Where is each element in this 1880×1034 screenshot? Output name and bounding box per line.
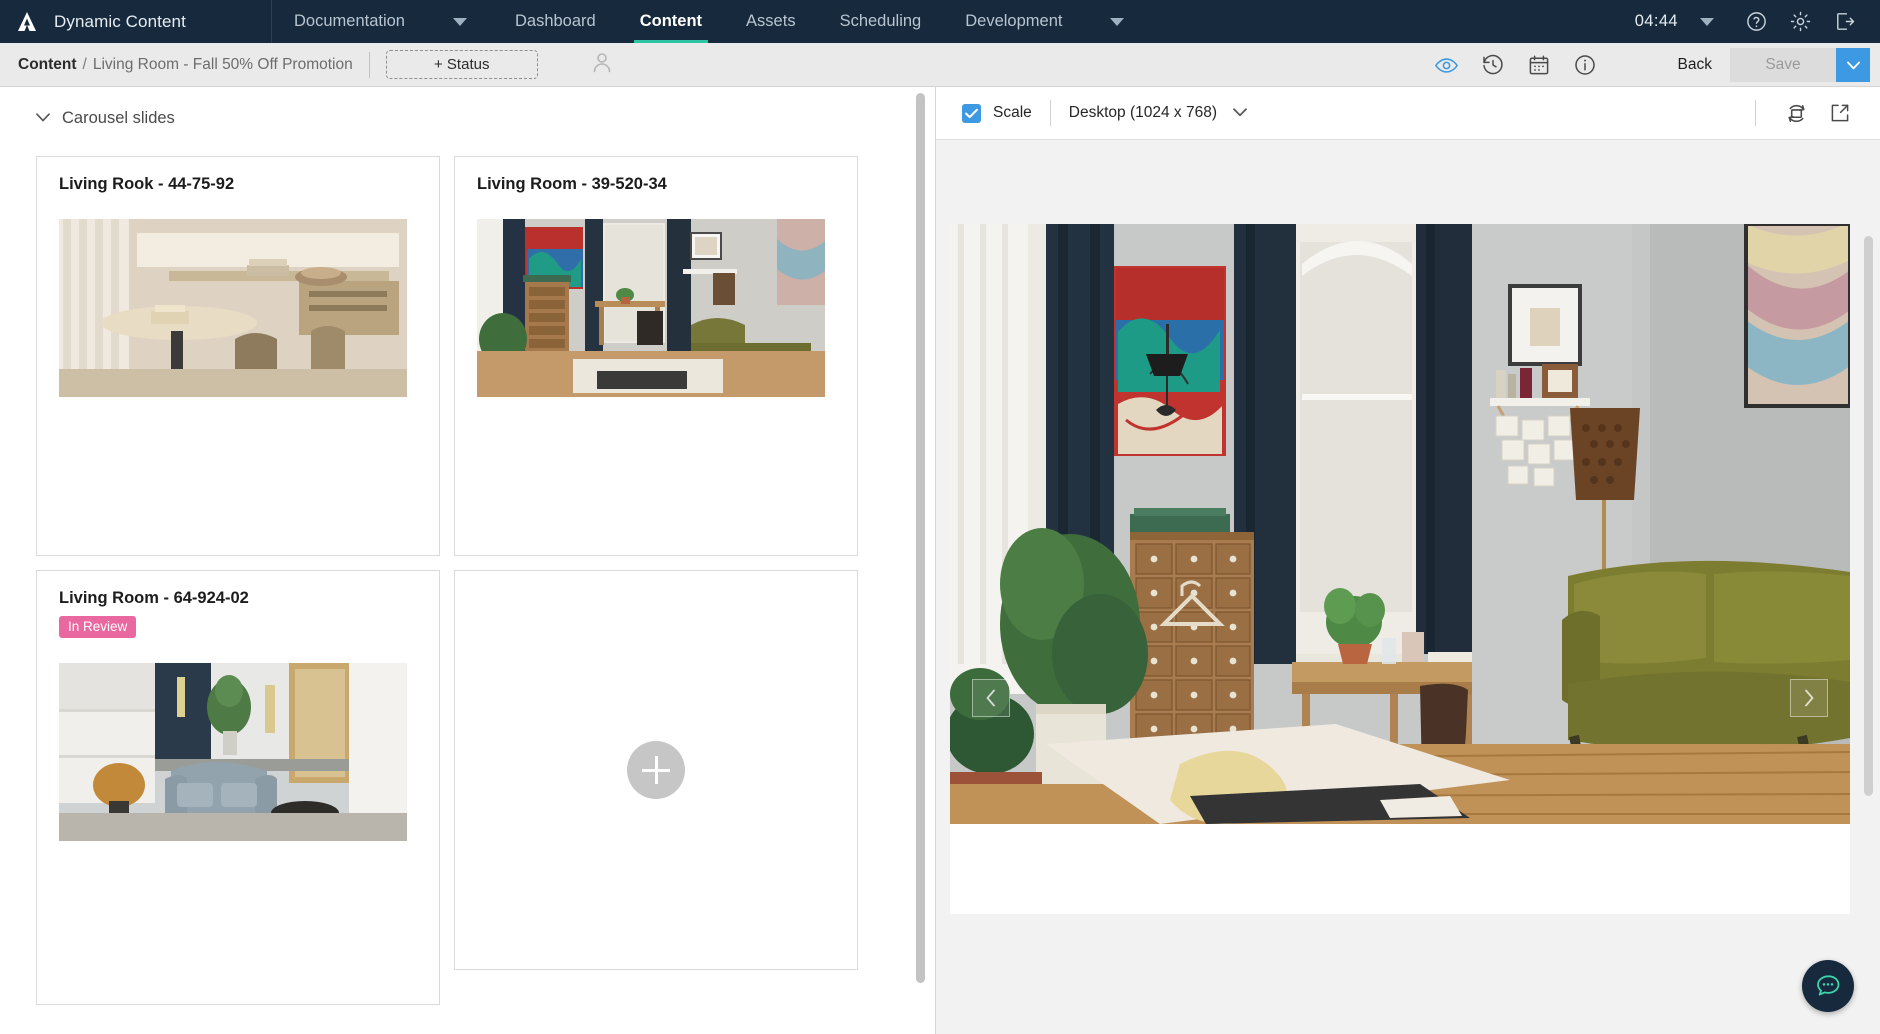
toolbar-divider (1755, 100, 1756, 126)
brand-cell[interactable]: Dynamic Content (0, 0, 272, 43)
slide-card-grid: Living Rook - 44-75-92 Living Room - 39-… (36, 156, 909, 1005)
editor-scrollbar-thumb[interactable] (916, 93, 925, 983)
calendar-icon[interactable] (1516, 43, 1562, 87)
nav-item-label: Assets (746, 12, 796, 30)
breadcrumb-separator: / (82, 55, 87, 73)
clock-chevron-down-icon[interactable] (1700, 17, 1714, 26)
open-in-new-icon[interactable] (1818, 87, 1862, 140)
breadcrumb-root[interactable]: Content (18, 56, 77, 74)
user-avatar-icon[interactable] (590, 50, 614, 79)
preview-photo (950, 224, 1850, 824)
toolbar-divider (1049, 100, 1051, 126)
add-slide-card[interactable] (454, 570, 858, 970)
documentation-chevron-down-icon[interactable] (452, 17, 467, 26)
device-size-select[interactable]: Desktop (1024 x 768) (1069, 104, 1247, 122)
section-title: Carousel slides (62, 109, 175, 127)
breadcrumb-divider (368, 51, 370, 78)
nav-item-documentation[interactable]: Documentation (272, 0, 427, 43)
breadcrumb-bar: Content / Living Room - Fall 50% Off Pro… (0, 43, 1880, 87)
plus-vertical-bar (654, 756, 658, 784)
app-title: Dynamic Content (54, 11, 186, 31)
scale-label: Scale (993, 104, 1032, 121)
scale-checkbox[interactable] (962, 103, 981, 123)
preview-toolbar: Scale Desktop (1024 x 768) (936, 87, 1880, 140)
preview-pane: Scale Desktop (1024 x 768) (936, 87, 1880, 1034)
preview-frame (950, 224, 1850, 914)
save-button[interactable]: Save (1730, 48, 1836, 82)
info-circle-icon[interactable] (1562, 43, 1608, 87)
slide-card-title: Living Room - 64-924-02 (59, 589, 249, 607)
preview-scrollbar-thumb[interactable] (1864, 236, 1873, 796)
carousel-next-button[interactable] (1790, 679, 1828, 717)
top-navigation-bar: Dynamic Content Documentation Dashboard … (0, 0, 1880, 43)
development-chevron-down-icon[interactable] (1110, 17, 1125, 26)
nav-item-dashboard[interactable]: Dashboard (493, 0, 618, 43)
carousel-prev-button[interactable] (972, 679, 1010, 717)
device-size-value: Desktop (1024 x 768) (1068, 104, 1217, 121)
chat-bubble-icon[interactable] (1802, 960, 1854, 1012)
breadcrumb-leaf: Living Room - Fall 50% Off Promotion (92, 55, 353, 73)
save-options-chevron-down-icon[interactable] (1836, 48, 1870, 82)
nav-item-label: Development (965, 12, 1063, 30)
rotate-device-icon[interactable] (1774, 87, 1818, 140)
nav-item-label: Documentation (294, 12, 405, 30)
help-circle-icon[interactable] (1734, 0, 1778, 43)
slide-thumbnail[interactable] (477, 219, 825, 397)
eye-icon[interactable] (1424, 43, 1470, 87)
editor-body: Carousel slides Living Rook - 44-75-92 L… (0, 87, 935, 1005)
editor-scrollbar-track[interactable] (916, 87, 925, 1034)
clock-display: 04:44 (1634, 12, 1678, 30)
plus-icon[interactable] (627, 741, 685, 799)
status-badge: In Review (59, 616, 137, 638)
nav-items: Documentation Dashboard Content Assets S… (272, 0, 1150, 43)
slide-thumbnail[interactable] (59, 663, 407, 841)
slide-card-title: Living Rook - 44-75-92 (59, 175, 235, 193)
slide-card[interactable]: Living Rook - 44-75-92 (36, 156, 440, 556)
nav-item-content[interactable]: Content (618, 0, 724, 43)
add-status-button[interactable]: + Status (385, 50, 538, 79)
nav-item-label: Scheduling (839, 12, 922, 30)
nav-item-assets[interactable]: Assets (724, 0, 818, 43)
slide-card[interactable]: Living Room - 64-924-02 In Review (36, 570, 440, 1005)
logout-icon[interactable] (1822, 0, 1866, 43)
slide-thumbnail[interactable] (59, 219, 407, 397)
chevron-down-icon[interactable] (36, 110, 50, 128)
workspace: Carousel slides Living Rook - 44-75-92 L… (0, 87, 1880, 1034)
carousel-slides-section-header[interactable]: Carousel slides (36, 109, 909, 128)
chevron-down-icon[interactable] (1233, 104, 1247, 122)
preview-stage (936, 140, 1880, 1034)
history-clock-icon[interactable] (1470, 43, 1516, 87)
action-toolbar: Back Save (1424, 43, 1880, 87)
nav-item-label: Content (639, 12, 703, 30)
slide-card-title: Living Room - 39-520-34 (477, 175, 667, 193)
nav-item-development[interactable]: Development (943, 0, 1084, 43)
nav-right-cluster: 04:44 (1635, 0, 1880, 43)
gear-icon[interactable] (1778, 0, 1822, 43)
preview-toolbar-right (1737, 87, 1862, 140)
slide-card[interactable]: Living Room - 39-520-34 (454, 156, 858, 556)
nav-item-label: Dashboard (514, 12, 596, 30)
nav-item-scheduling[interactable]: Scheduling (818, 0, 944, 43)
amplience-logo-icon (14, 9, 40, 35)
content-editor-pane: Carousel slides Living Rook - 44-75-92 L… (0, 87, 935, 1034)
back-button[interactable]: Back (1660, 56, 1730, 74)
